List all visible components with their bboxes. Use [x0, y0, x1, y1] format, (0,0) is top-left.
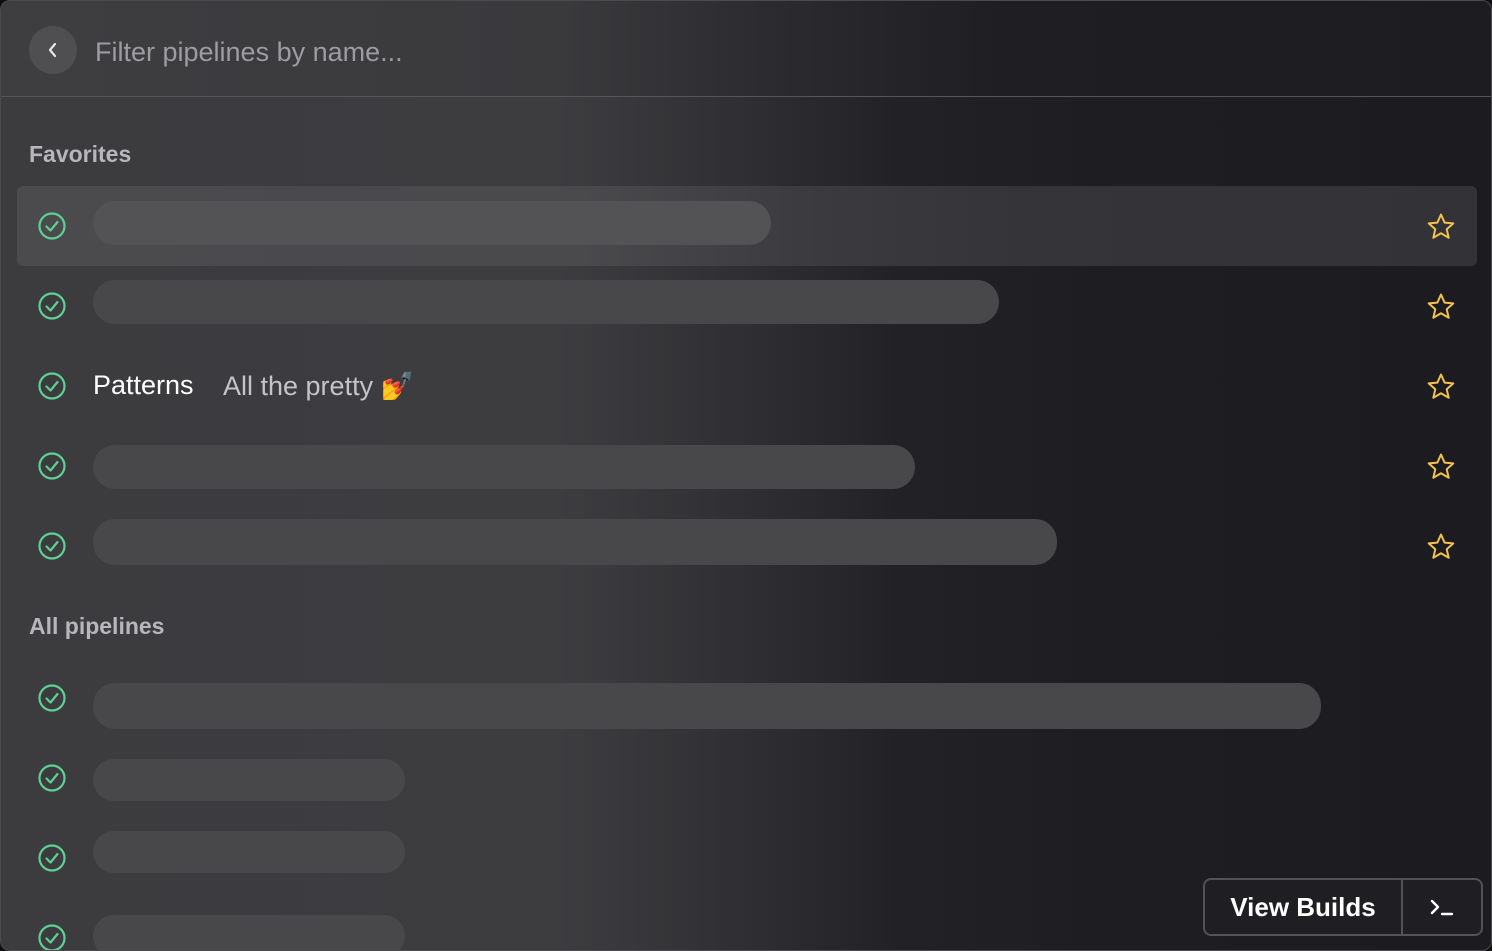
all-pipelines-heading: All pipelines [29, 613, 165, 639]
status-passed-icon [38, 212, 66, 240]
pipeline-name: Patterns [93, 370, 194, 400]
redacted-pipeline-name [93, 915, 405, 950]
pipeline-row[interactable] [17, 658, 1477, 738]
star-icon[interactable] [1425, 451, 1457, 483]
star-icon[interactable] [1425, 291, 1457, 323]
view-builds-button[interactable]: View Builds [1205, 880, 1403, 934]
filter-pipelines-input[interactable] [93, 27, 897, 77]
status-passed-icon [38, 764, 66, 792]
redacted-pipeline-name [93, 445, 915, 489]
redacted-pipeline-name [93, 683, 1321, 729]
favorite-pipeline-row[interactable] [17, 266, 1477, 346]
favorite-pipeline-row[interactable] [17, 506, 1477, 586]
star-icon[interactable] [1425, 211, 1457, 243]
chevron-left-icon [48, 42, 57, 58]
search-bar [1, 1, 1491, 97]
status-passed-icon [38, 292, 66, 320]
status-passed-icon [38, 532, 66, 560]
status-passed-icon [38, 684, 66, 712]
favorites-heading: Favorites [29, 141, 132, 167]
pipeline-description: All the pretty 💅 [223, 371, 415, 401]
favorite-pipeline-row-patterns[interactable]: Patterns All the pretty 💅 [17, 346, 1477, 426]
redacted-pipeline-name [93, 201, 771, 245]
favorite-pipeline-row[interactable] [17, 186, 1477, 266]
terminal-icon [1430, 899, 1454, 916]
status-passed-icon [38, 372, 66, 400]
status-passed-icon [38, 452, 66, 480]
action-button-group: View Builds [1203, 878, 1483, 936]
back-button[interactable] [29, 26, 77, 74]
pipeline-picker-window: Favorites Patterns All the pretty 💅 [0, 0, 1492, 951]
redacted-pipeline-name [93, 280, 999, 324]
pipeline-row[interactable] [17, 738, 1477, 818]
terminal-button[interactable] [1403, 880, 1481, 934]
redacted-pipeline-name [93, 831, 405, 873]
status-passed-icon [38, 924, 66, 950]
status-passed-icon [38, 844, 66, 872]
favorite-pipeline-row[interactable] [17, 426, 1477, 506]
star-icon[interactable] [1425, 371, 1457, 403]
redacted-pipeline-name [93, 759, 405, 801]
redacted-pipeline-name [93, 519, 1057, 565]
star-icon[interactable] [1425, 531, 1457, 563]
